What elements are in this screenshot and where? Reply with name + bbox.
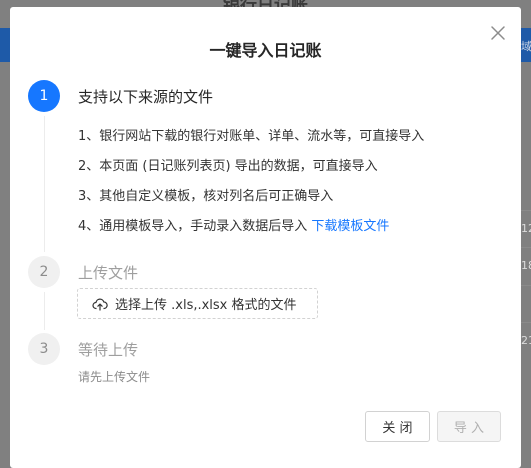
step-2-title: 上传文件 <box>78 264 139 282</box>
step-3-title: 等待上传 <box>78 341 139 359</box>
step-3-circle: 3 <box>28 333 60 365</box>
background-row-divider <box>521 247 531 248</box>
import-button[interactable]: 导 入 <box>437 411 501 442</box>
source-item-3: 3、其他自定义模板，核对列名后可正确导入 <box>78 189 334 204</box>
step-2-circle: 2 <box>28 256 60 288</box>
step-1-circle: 1 <box>28 80 60 112</box>
upload-file-button[interactable]: 选择上传 .xls,.xlsx 格式的文件 <box>77 288 318 319</box>
import-journal-modal: 一键导入日记账 1 支持以下来源的文件 1、银行网站下载的银行对账单、详单、流水… <box>10 7 521 468</box>
upload-button-label: 选择上传 .xls,.xlsx 格式的文件 <box>115 298 297 313</box>
step-connector <box>44 292 45 330</box>
upload-icon <box>92 296 115 312</box>
source-item-1: 1、银行网站下载的银行对账单、详单、流水等，可直接导入 <box>78 129 425 144</box>
source-item-2: 2、本页面 (日记账列表页) 导出的数据，可直接导入 <box>78 159 378 174</box>
source-item-4-text: 4、通用模板导入，手动录入数据后导入 <box>78 219 308 234</box>
background-row-divider <box>521 322 531 323</box>
background-cell: 21 <box>521 334 531 347</box>
modal-title: 一键导入日记账 <box>209 41 322 60</box>
close-button[interactable]: 关 闭 <box>365 411 430 442</box>
background-row-divider <box>521 285 531 286</box>
background-cell: 18 <box>521 259 531 272</box>
source-item-4: 4、通用模板导入，手动录入数据后导入 下载模板文件 <box>78 215 389 234</box>
background-header-band-left <box>0 28 10 62</box>
step-connector <box>44 116 45 252</box>
step-1-title: 支持以下来源的文件 <box>78 88 214 106</box>
background-row-divider <box>521 210 531 211</box>
background-header-text: 域 <box>521 40 531 53</box>
background-cell: 12 <box>521 222 531 235</box>
download-template-link[interactable]: 下载模板文件 <box>311 219 389 234</box>
close-icon[interactable] <box>489 24 507 42</box>
upload-hint: 请先上传文件 <box>78 370 151 384</box>
